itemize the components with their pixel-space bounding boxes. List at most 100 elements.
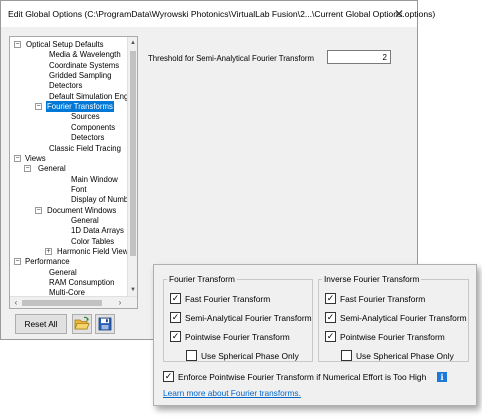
- tree-item-label: Detectors: [71, 133, 105, 143]
- fourier-option-label: Use Spherical Phase Only: [201, 351, 299, 361]
- fourier-option-label: Semi-Analytical Fourier Transform: [185, 313, 312, 323]
- tree-item-label: Detectors: [49, 81, 83, 91]
- fourier-option-label: Pointwise Fourier Transform: [340, 332, 445, 342]
- checkbox-checked[interactable]: ✓: [325, 331, 336, 342]
- checkbox-checked[interactable]: ✓: [325, 293, 336, 304]
- tree-item-label: Color Tables: [71, 236, 115, 246]
- tree-item-label: Default Simulation Engir: [49, 91, 128, 101]
- collapse-icon[interactable]: −: [14, 41, 21, 48]
- tree-item-label: Main Window: [71, 174, 118, 184]
- checkbox-checked[interactable]: ✓: [170, 331, 181, 342]
- fourier-option-label: Fast Fourier Transform: [340, 294, 426, 304]
- tree-item-label: Multi-Core: [49, 288, 85, 296]
- tree-item[interactable]: RAM Consumption: [10, 277, 128, 288]
- expand-icon[interactable]: +: [45, 248, 52, 255]
- tree-item[interactable]: Sources: [10, 111, 128, 122]
- tree-item-label: General: [71, 215, 99, 225]
- tree-item[interactable]: Display of Numbers: [10, 194, 128, 205]
- collapse-icon[interactable]: −: [35, 103, 42, 111]
- tree-item[interactable]: − General: [10, 163, 128, 174]
- tree-item-label: General: [38, 164, 66, 174]
- tree-item-label: Components: [71, 122, 116, 132]
- close-icon[interactable]: ✕: [387, 6, 411, 22]
- scroll-thumb-horizontal[interactable]: [22, 300, 102, 306]
- collapse-icon[interactable]: −: [14, 258, 21, 266]
- threshold-input[interactable]: [327, 50, 391, 64]
- tree-item[interactable]: Coordinate Systems: [10, 60, 128, 71]
- tree-vertical-scrollbar[interactable]: ▲ ▼: [127, 37, 137, 296]
- fourier-transform-group-title: Fourier Transform: [169, 274, 235, 284]
- tree-item[interactable]: Font: [10, 184, 128, 195]
- scroll-down-icon[interactable]: ▼: [128, 285, 137, 295]
- tree-item[interactable]: − Views: [10, 153, 128, 164]
- tree-item[interactable]: Detectors: [10, 80, 128, 91]
- tree-item-label: Font: [71, 184, 87, 194]
- collapse-icon[interactable]: −: [35, 206, 42, 214]
- tree-item[interactable]: Classic Field Tracing: [10, 143, 128, 154]
- tree-item[interactable]: − Fourier Transforms: [10, 101, 128, 113]
- tree-item-label: RAM Consumption: [49, 278, 115, 288]
- folder-open-icon: [74, 316, 90, 330]
- fourier-option-label: Use Spherical Phase Only: [356, 351, 454, 361]
- tree-item[interactable]: Media & Wavelength: [10, 49, 128, 60]
- save-button[interactable]: [95, 314, 115, 334]
- tree-item[interactable]: Main Window: [10, 174, 128, 185]
- scroll-thumb[interactable]: [130, 51, 136, 256]
- tree-item-label: Sources: [71, 112, 100, 122]
- tree-item-label: Optical Setup Defaults: [26, 40, 104, 49]
- window-title: Edit Global Options (C:\ProgramData\Wyro…: [8, 9, 436, 19]
- enforce-pointwise-label: Enforce Pointwise Fourier Transform if N…: [178, 372, 427, 382]
- tree-item[interactable]: 1D Data Arrays: [10, 225, 128, 236]
- tree-item[interactable]: Components: [10, 122, 128, 133]
- info-icon[interactable]: i: [437, 372, 447, 382]
- tree-item[interactable]: General: [10, 267, 128, 278]
- checkbox-unchecked[interactable]: [341, 350, 352, 361]
- open-button[interactable]: [72, 314, 92, 334]
- tree-item[interactable]: − Document Windows: [10, 205, 128, 216]
- options-tree[interactable]: − Optical Setup Defaults Media & Wavelengt…: [9, 36, 138, 309]
- title-bar: Edit Global Options (C:\ProgramData\Wyro…: [1, 1, 435, 27]
- reset-all-button[interactable]: Reset All: [15, 314, 67, 334]
- collapse-icon[interactable]: −: [14, 154, 21, 162]
- tree-item-label: Fourier Transforms: [46, 101, 114, 113]
- tree-item[interactable]: Multi-Core: [10, 287, 128, 296]
- scroll-up-icon[interactable]: ▲: [128, 38, 137, 48]
- fourier-option-label: Pointwise Fourier Transform: [185, 332, 290, 342]
- learn-more-link[interactable]: Learn more about Fourier transforms.: [163, 388, 301, 398]
- tree-item[interactable]: Color Tables: [10, 236, 128, 247]
- scroll-left-icon[interactable]: ‹: [11, 297, 21, 308]
- tree-item-label: 1D Data Arrays: [71, 226, 124, 236]
- tree-item-label: Media & Wavelength: [49, 50, 121, 60]
- fourier-option-label: Fast Fourier Transform: [185, 294, 271, 304]
- collapse-icon[interactable]: −: [24, 165, 31, 173]
- tree-item-label: Harmonic Field View: [57, 247, 128, 256]
- tree-item[interactable]: Detectors: [10, 132, 128, 143]
- floppy-disk-icon: [98, 317, 112, 331]
- threshold-label: Threshold for Semi-Analytical Fourier Tr…: [148, 54, 314, 63]
- tree-item-label: Performance: [25, 257, 70, 267]
- tree-item-label: General: [49, 267, 77, 277]
- tree-item-label: Gridded Sampling: [49, 71, 112, 81]
- tree-item-label: Display of Numbers: [71, 195, 128, 205]
- enforce-pointwise-checkbox[interactable]: ✓: [163, 371, 174, 382]
- checkbox-checked[interactable]: ✓: [170, 312, 181, 323]
- tree-item-label: Classic Field Tracing: [49, 143, 121, 153]
- tree-items: − Optical Setup Defaults Media & Wavelengt…: [10, 38, 128, 296]
- scroll-right-icon[interactable]: ›: [115, 297, 125, 308]
- checkbox-checked[interactable]: ✓: [170, 293, 181, 304]
- checkbox-unchecked[interactable]: [186, 350, 197, 361]
- tree-item[interactable]: General: [10, 215, 128, 226]
- tree-item[interactable]: − Performance: [10, 256, 128, 267]
- tree-item[interactable]: Default Simulation Engir: [10, 91, 128, 102]
- tree-item[interactable]: Gridded Sampling: [10, 70, 128, 81]
- fourier-options-zoom-panel: Fourier Transform Inverse Fourier Transf…: [153, 264, 477, 406]
- tree-item[interactable]: + Harmonic Field View: [10, 246, 128, 257]
- fourier-option-label: Semi-Analytical Fourier Transform: [340, 313, 467, 323]
- tree-horizontal-scrollbar[interactable]: ‹ ›: [10, 296, 137, 308]
- tree-item-label: Coordinate Systems: [49, 60, 120, 70]
- checkbox-checked[interactable]: ✓: [325, 312, 336, 323]
- tree-item[interactable]: − Optical Setup Defaults: [10, 39, 128, 50]
- tree-item-label: Views: [25, 153, 46, 163]
- tree-item-label: Document Windows: [47, 205, 117, 215]
- inverse-fourier-transform-group-title: Inverse Fourier Transform: [324, 274, 420, 284]
